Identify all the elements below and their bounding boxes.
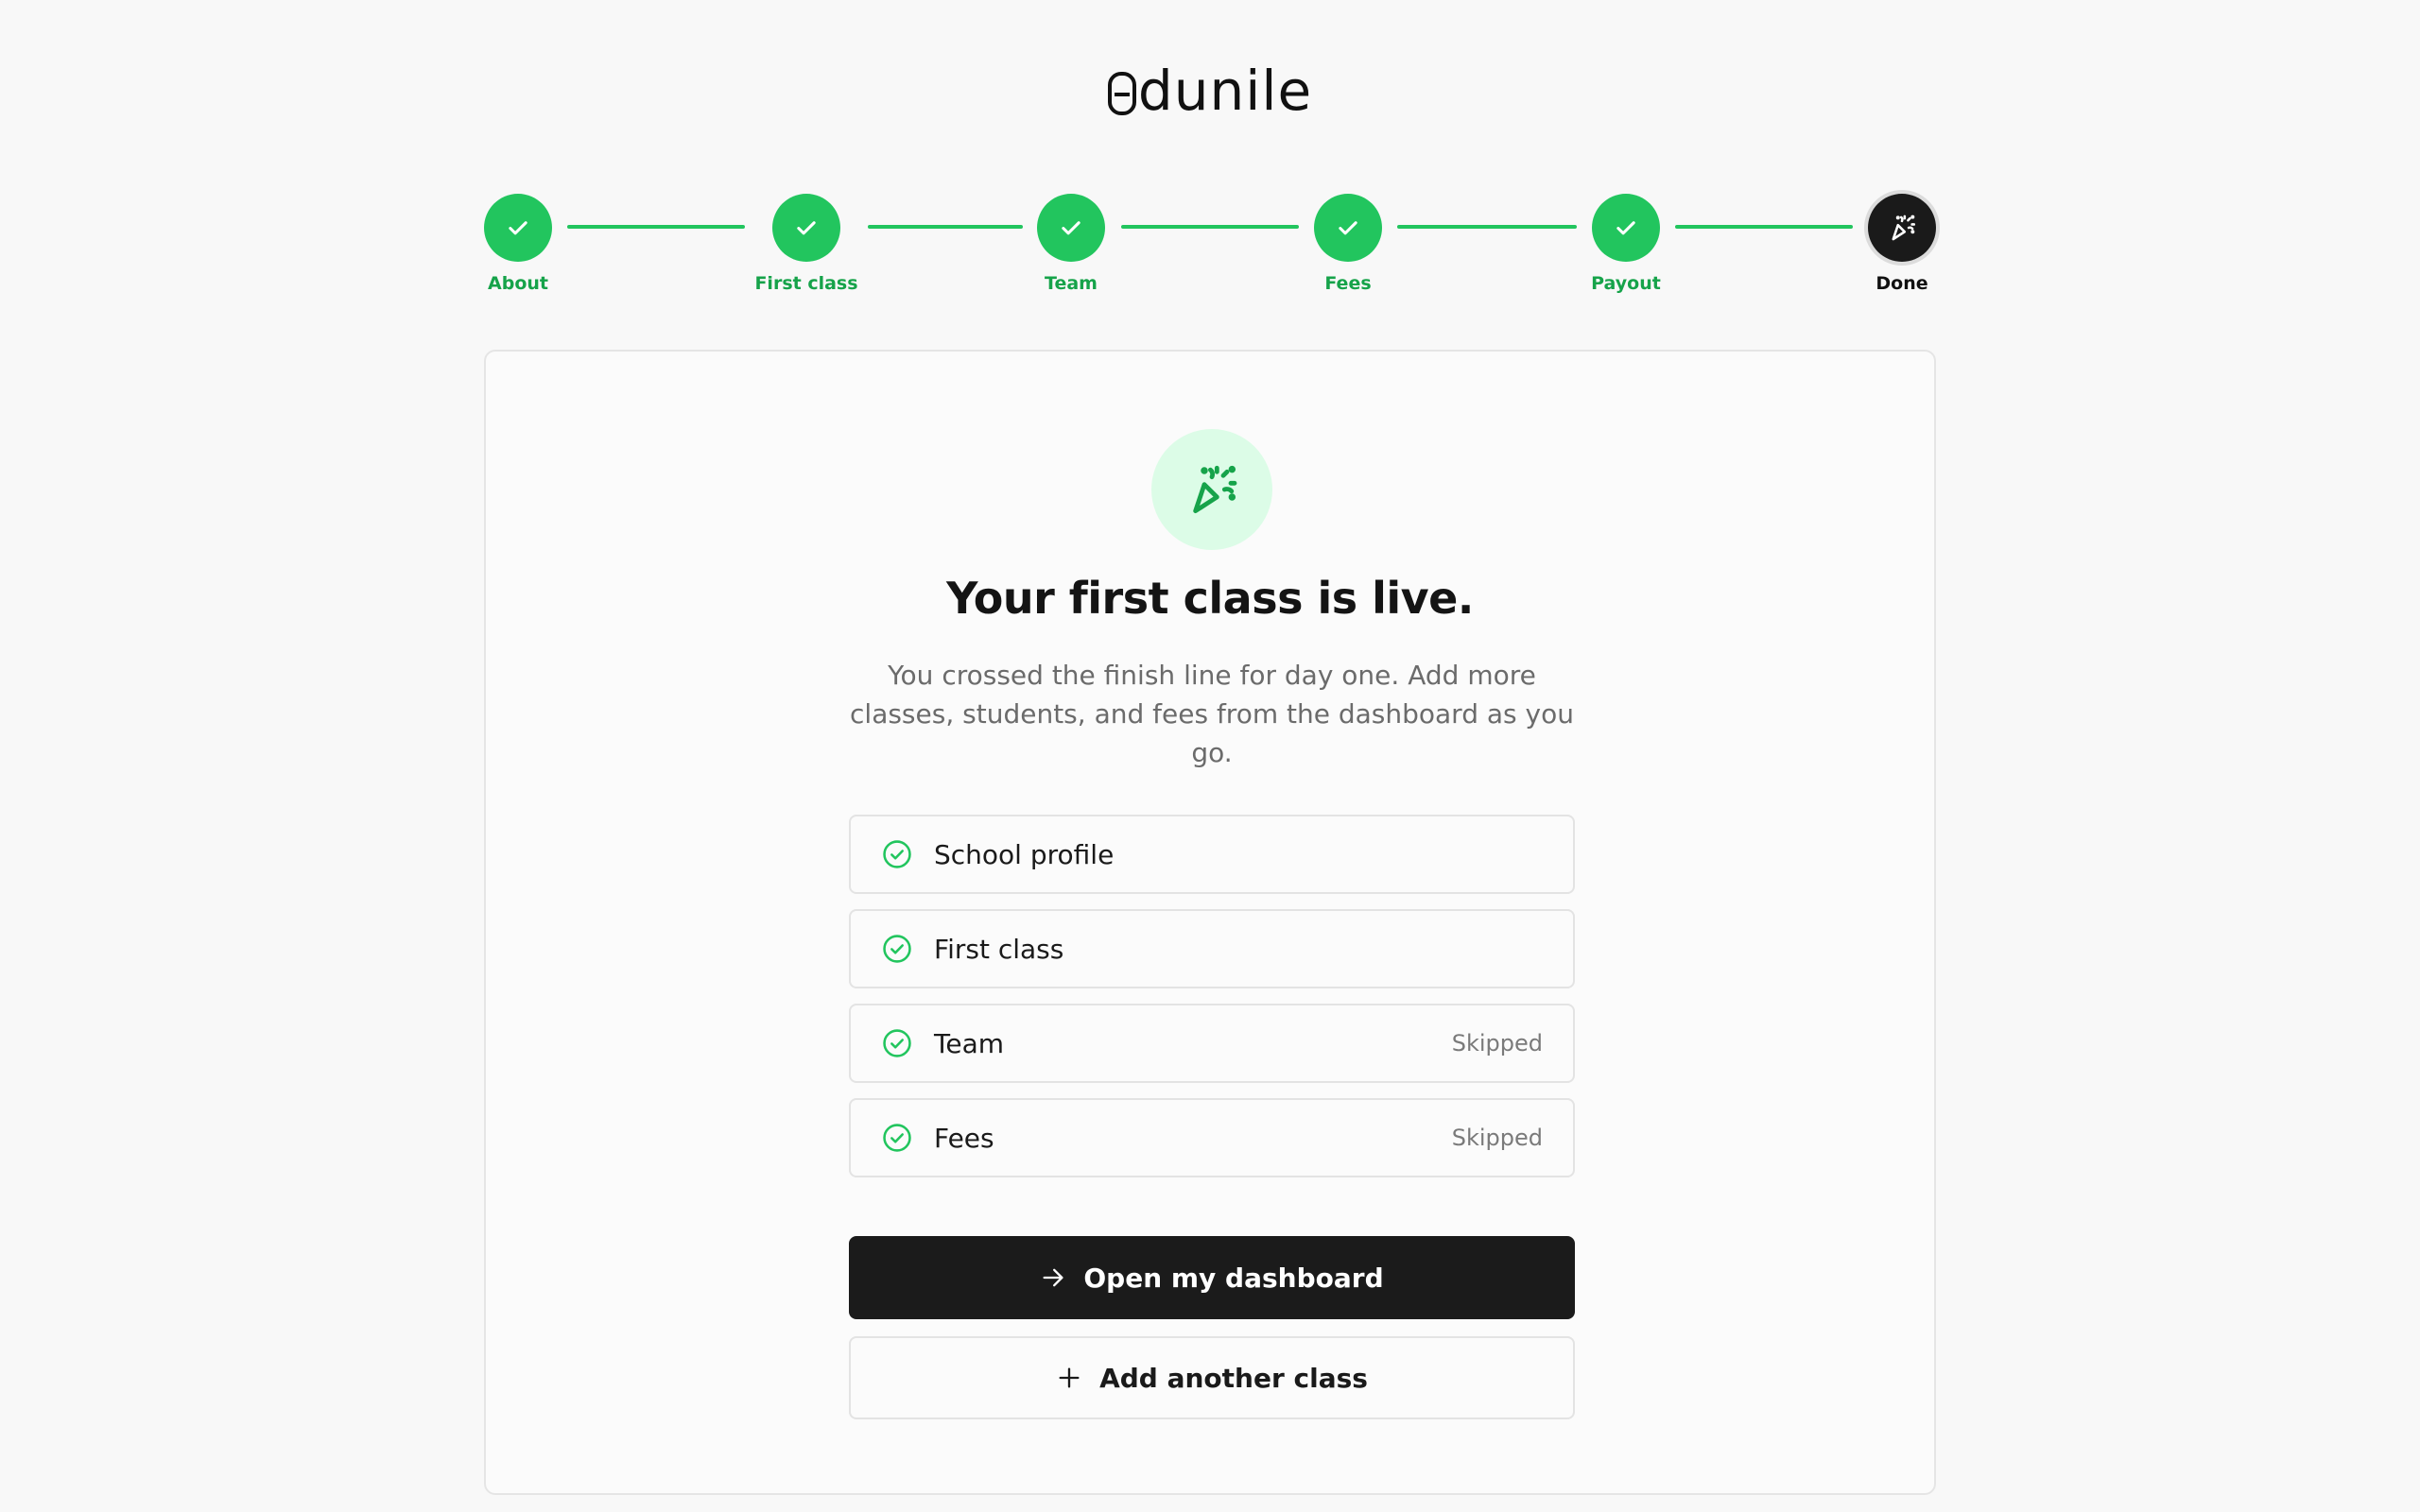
skipped-badge: Skipped (1451, 1030, 1543, 1057)
arrow-right-icon (1043, 1268, 1063, 1287)
party-popper-icon (1892, 215, 1916, 241)
party-popper-icon (1193, 465, 1237, 514)
checklist-item-label: First class (934, 933, 1064, 965)
step-label: Team (1045, 273, 1098, 294)
check-icon (509, 221, 527, 235)
step-complete-circle (772, 194, 840, 262)
celebration-badge (1151, 429, 1272, 550)
logo-text: dunile (1137, 59, 1313, 123)
check-circle-icon (883, 935, 911, 963)
checklist-item-label: Team (934, 1027, 1005, 1059)
completion-card: Your first class is live. You crossed th… (484, 350, 1936, 1495)
step-label: About (488, 273, 548, 294)
step-connector (567, 225, 745, 229)
step-complete-circle (1592, 194, 1660, 262)
step-payout[interactable]: Payout (1550, 194, 1702, 294)
step-about[interactable]: About (442, 194, 594, 294)
plus-icon (1059, 1367, 1080, 1388)
checklist-item-school-profile: School profile (849, 815, 1575, 894)
checklist-item-first-class: First class (849, 909, 1575, 988)
checklist-item-team: Team Skipped (849, 1004, 1575, 1083)
step-label: Fees (1324, 273, 1372, 294)
skipped-badge: Skipped (1451, 1125, 1543, 1151)
check-icon (797, 221, 816, 235)
step-first-class[interactable]: First class (731, 194, 882, 294)
logo-mark (1107, 72, 1136, 115)
check-icon (1062, 221, 1080, 235)
open-dashboard-button[interactable]: Open my dashboard (849, 1236, 1575, 1319)
checklist-item-fees: Fees Skipped (849, 1098, 1575, 1177)
page-subtitle: You crossed the finish line for day one.… (850, 660, 1574, 768)
step-complete-circle (1314, 194, 1382, 262)
edunile-logo: dunile (0, 59, 2420, 123)
step-done[interactable]: Done (1826, 194, 1978, 294)
add-another-class-label: Add another class (1099, 1362, 1368, 1394)
step-current-circle (1868, 194, 1936, 262)
check-icon (1339, 221, 1357, 235)
step-complete-circle (484, 194, 552, 262)
checklist-item-label: Fees (934, 1122, 994, 1154)
checklist-item-label: School profile (934, 838, 1115, 870)
check-circle-icon (883, 840, 911, 868)
check-circle-icon (883, 1124, 911, 1152)
step-complete-circle (1037, 194, 1105, 262)
check-circle-icon (883, 1029, 911, 1057)
step-team[interactable]: Team (995, 194, 1147, 294)
add-another-class-button[interactable]: Add another class (849, 1336, 1575, 1419)
onboarding-page: dunile About First class Team Fees Payou… (0, 0, 2420, 1512)
page-title: Your first class is live. (946, 573, 1474, 624)
check-icon (1616, 221, 1635, 235)
setup-checklist: School profile First class Team Skipped … (849, 815, 1575, 1193)
progress-stepper: About First class Team Fees Payout Done (0, 194, 2420, 307)
open-dashboard-label: Open my dashboard (1083, 1262, 1384, 1294)
step-label: First class (754, 273, 858, 294)
step-fees[interactable]: Fees (1272, 194, 1424, 294)
step-label: Payout (1591, 273, 1661, 294)
step-label: Done (1876, 273, 1928, 294)
